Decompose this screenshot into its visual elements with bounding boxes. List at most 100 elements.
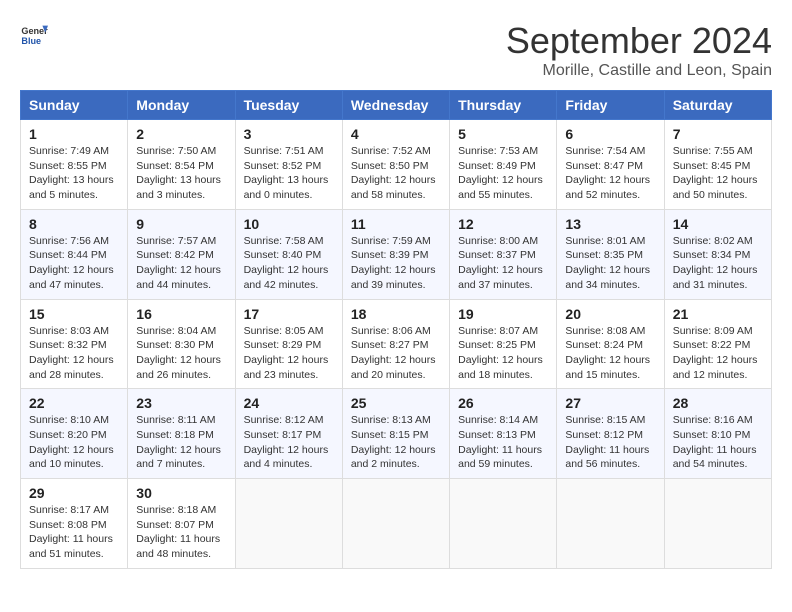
calendar-cell: 4 Sunrise: 7:52 AM Sunset: 8:50 PM Dayli… (342, 120, 449, 210)
day-number: 22 (29, 395, 119, 411)
calendar-cell: 29 Sunrise: 8:17 AM Sunset: 8:08 PM Dayl… (21, 479, 128, 569)
day-number: 23 (136, 395, 226, 411)
col-saturday: Saturday (664, 91, 771, 120)
week-row-4: 22 Sunrise: 8:10 AM Sunset: 8:20 PM Dayl… (21, 389, 772, 479)
col-friday: Friday (557, 91, 664, 120)
cell-content: Sunrise: 7:50 AM Sunset: 8:54 PM Dayligh… (136, 144, 226, 203)
cell-content: Sunrise: 8:00 AM Sunset: 8:37 PM Dayligh… (458, 234, 548, 293)
week-row-1: 1 Sunrise: 7:49 AM Sunset: 8:55 PM Dayli… (21, 120, 772, 210)
cell-content: Sunrise: 8:16 AM Sunset: 8:10 PM Dayligh… (673, 413, 763, 472)
cell-content: Sunrise: 7:54 AM Sunset: 8:47 PM Dayligh… (565, 144, 655, 203)
calendar-cell: 25 Sunrise: 8:13 AM Sunset: 8:15 PM Dayl… (342, 389, 449, 479)
day-number: 3 (244, 126, 334, 142)
calendar-cell: 22 Sunrise: 8:10 AM Sunset: 8:20 PM Dayl… (21, 389, 128, 479)
day-number: 28 (673, 395, 763, 411)
cell-content: Sunrise: 8:13 AM Sunset: 8:15 PM Dayligh… (351, 413, 441, 472)
cell-content: Sunrise: 7:55 AM Sunset: 8:45 PM Dayligh… (673, 144, 763, 203)
title-area: September 2024 Morille, Castille and Leo… (506, 20, 772, 80)
header: General Blue September 2024 Morille, Cas… (20, 20, 772, 80)
calendar-cell: 20 Sunrise: 8:08 AM Sunset: 8:24 PM Dayl… (557, 299, 664, 389)
calendar-cell: 6 Sunrise: 7:54 AM Sunset: 8:47 PM Dayli… (557, 120, 664, 210)
day-number: 9 (136, 216, 226, 232)
day-number: 14 (673, 216, 763, 232)
day-number: 6 (565, 126, 655, 142)
cell-content: Sunrise: 8:03 AM Sunset: 8:32 PM Dayligh… (29, 324, 119, 383)
col-tuesday: Tuesday (235, 91, 342, 120)
week-row-3: 15 Sunrise: 8:03 AM Sunset: 8:32 PM Dayl… (21, 299, 772, 389)
day-number: 12 (458, 216, 548, 232)
cell-content: Sunrise: 8:12 AM Sunset: 8:17 PM Dayligh… (244, 413, 334, 472)
calendar-cell: 11 Sunrise: 7:59 AM Sunset: 8:39 PM Dayl… (342, 209, 449, 299)
calendar-header-row: Sunday Monday Tuesday Wednesday Thursday… (21, 91, 772, 120)
calendar-cell: 23 Sunrise: 8:11 AM Sunset: 8:18 PM Dayl… (128, 389, 235, 479)
calendar-cell: 7 Sunrise: 7:55 AM Sunset: 8:45 PM Dayli… (664, 120, 771, 210)
day-number: 4 (351, 126, 441, 142)
logo: General Blue (20, 20, 48, 48)
cell-content: Sunrise: 7:59 AM Sunset: 8:39 PM Dayligh… (351, 234, 441, 293)
calendar-cell: 12 Sunrise: 8:00 AM Sunset: 8:37 PM Dayl… (450, 209, 557, 299)
calendar-cell: 30 Sunrise: 8:18 AM Sunset: 8:07 PM Dayl… (128, 479, 235, 569)
cell-content: Sunrise: 8:09 AM Sunset: 8:22 PM Dayligh… (673, 324, 763, 383)
calendar-cell (557, 479, 664, 569)
day-number: 19 (458, 306, 548, 322)
day-number: 13 (565, 216, 655, 232)
calendar-cell: 9 Sunrise: 7:57 AM Sunset: 8:42 PM Dayli… (128, 209, 235, 299)
cell-content: Sunrise: 8:11 AM Sunset: 8:18 PM Dayligh… (136, 413, 226, 472)
day-number: 30 (136, 485, 226, 501)
calendar-cell: 13 Sunrise: 8:01 AM Sunset: 8:35 PM Dayl… (557, 209, 664, 299)
calendar-cell: 16 Sunrise: 8:04 AM Sunset: 8:30 PM Dayl… (128, 299, 235, 389)
day-number: 2 (136, 126, 226, 142)
cell-content: Sunrise: 7:57 AM Sunset: 8:42 PM Dayligh… (136, 234, 226, 293)
col-wednesday: Wednesday (342, 91, 449, 120)
calendar-cell: 17 Sunrise: 8:05 AM Sunset: 8:29 PM Dayl… (235, 299, 342, 389)
week-row-2: 8 Sunrise: 7:56 AM Sunset: 8:44 PM Dayli… (21, 209, 772, 299)
calendar-cell: 8 Sunrise: 7:56 AM Sunset: 8:44 PM Dayli… (21, 209, 128, 299)
calendar-cell: 1 Sunrise: 7:49 AM Sunset: 8:55 PM Dayli… (21, 120, 128, 210)
cell-content: Sunrise: 8:18 AM Sunset: 8:07 PM Dayligh… (136, 503, 226, 562)
calendar-cell: 18 Sunrise: 8:06 AM Sunset: 8:27 PM Dayl… (342, 299, 449, 389)
main-title: September 2024 (506, 20, 772, 62)
day-number: 16 (136, 306, 226, 322)
calendar-cell: 24 Sunrise: 8:12 AM Sunset: 8:17 PM Dayl… (235, 389, 342, 479)
calendar-cell: 14 Sunrise: 8:02 AM Sunset: 8:34 PM Dayl… (664, 209, 771, 299)
calendar-cell: 26 Sunrise: 8:14 AM Sunset: 8:13 PM Dayl… (450, 389, 557, 479)
calendar-cell (664, 479, 771, 569)
day-number: 27 (565, 395, 655, 411)
day-number: 21 (673, 306, 763, 322)
day-number: 24 (244, 395, 334, 411)
cell-content: Sunrise: 8:07 AM Sunset: 8:25 PM Dayligh… (458, 324, 548, 383)
day-number: 20 (565, 306, 655, 322)
cell-content: Sunrise: 8:10 AM Sunset: 8:20 PM Dayligh… (29, 413, 119, 472)
week-row-5: 29 Sunrise: 8:17 AM Sunset: 8:08 PM Dayl… (21, 479, 772, 569)
cell-content: Sunrise: 8:02 AM Sunset: 8:34 PM Dayligh… (673, 234, 763, 293)
col-sunday: Sunday (21, 91, 128, 120)
subtitle: Morille, Castille and Leon, Spain (506, 62, 772, 80)
cell-content: Sunrise: 8:04 AM Sunset: 8:30 PM Dayligh… (136, 324, 226, 383)
cell-content: Sunrise: 7:52 AM Sunset: 8:50 PM Dayligh… (351, 144, 441, 203)
col-monday: Monday (128, 91, 235, 120)
day-number: 10 (244, 216, 334, 232)
day-number: 1 (29, 126, 119, 142)
day-number: 15 (29, 306, 119, 322)
calendar-cell (342, 479, 449, 569)
day-number: 7 (673, 126, 763, 142)
cell-content: Sunrise: 7:58 AM Sunset: 8:40 PM Dayligh… (244, 234, 334, 293)
calendar-cell: 2 Sunrise: 7:50 AM Sunset: 8:54 PM Dayli… (128, 120, 235, 210)
svg-text:Blue: Blue (21, 36, 41, 46)
cell-content: Sunrise: 7:49 AM Sunset: 8:55 PM Dayligh… (29, 144, 119, 203)
day-number: 18 (351, 306, 441, 322)
cell-content: Sunrise: 7:51 AM Sunset: 8:52 PM Dayligh… (244, 144, 334, 203)
cell-content: Sunrise: 8:05 AM Sunset: 8:29 PM Dayligh… (244, 324, 334, 383)
cell-content: Sunrise: 8:08 AM Sunset: 8:24 PM Dayligh… (565, 324, 655, 383)
calendar-cell: 28 Sunrise: 8:16 AM Sunset: 8:10 PM Dayl… (664, 389, 771, 479)
calendar-cell: 3 Sunrise: 7:51 AM Sunset: 8:52 PM Dayli… (235, 120, 342, 210)
day-number: 25 (351, 395, 441, 411)
day-number: 17 (244, 306, 334, 322)
calendar-cell: 10 Sunrise: 7:58 AM Sunset: 8:40 PM Dayl… (235, 209, 342, 299)
calendar-cell: 19 Sunrise: 8:07 AM Sunset: 8:25 PM Dayl… (450, 299, 557, 389)
cell-content: Sunrise: 8:15 AM Sunset: 8:12 PM Dayligh… (565, 413, 655, 472)
cell-content: Sunrise: 8:06 AM Sunset: 8:27 PM Dayligh… (351, 324, 441, 383)
calendar-table: Sunday Monday Tuesday Wednesday Thursday… (20, 90, 772, 569)
calendar-cell: 15 Sunrise: 8:03 AM Sunset: 8:32 PM Dayl… (21, 299, 128, 389)
day-number: 5 (458, 126, 548, 142)
